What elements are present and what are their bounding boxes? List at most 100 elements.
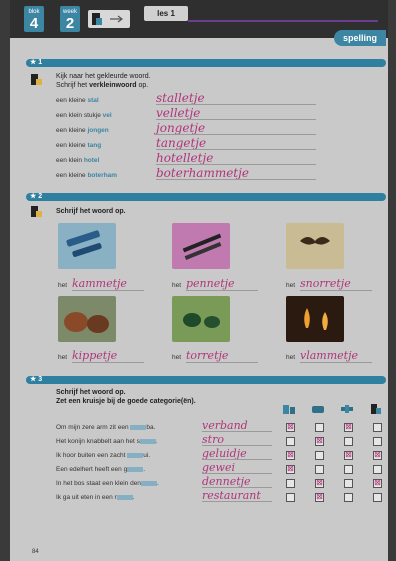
sentence-part: ba (146, 424, 154, 431)
category-checkbox[interactable]: ☒ (286, 465, 295, 474)
answer-line (186, 290, 258, 291)
sentence-end: . (143, 466, 146, 473)
category-checkbox[interactable] (373, 423, 382, 432)
section3-num-text: 3 (38, 376, 43, 383)
sentence-row: Om mijn zere arm zit een ba. verband (56, 419, 386, 433)
answer-line (202, 501, 272, 502)
row-prompt: een kleine tang (56, 142, 101, 149)
answer-text[interactable]: boterhammetje (156, 166, 249, 180)
section1-line1: Kijk naar het gekleurde woord. (56, 73, 151, 80)
answer-text[interactable]: kammetje (72, 277, 127, 290)
answer-line (72, 362, 144, 363)
answer-text[interactable]: tangetje (156, 136, 206, 150)
category-checkbox[interactable] (286, 493, 295, 502)
category-checkbox[interactable]: ☒ (344, 451, 353, 460)
sentence-part: Ik ga uit eten in een r (56, 494, 117, 501)
category-checkbox[interactable] (373, 465, 382, 474)
sentence-part: Het konijn knabbelt aan het s (56, 438, 140, 445)
category-checkbox[interactable]: ☒ (315, 493, 324, 502)
pen-image (172, 223, 230, 269)
category-icon-3 (341, 405, 353, 413)
category-checkbox[interactable] (315, 451, 324, 460)
sentence-part: Om mijn zere arm zit een (56, 424, 131, 431)
colored-word: tang (87, 142, 102, 149)
category-checkbox[interactable] (344, 437, 353, 446)
category-checkbox[interactable] (344, 465, 353, 474)
sentence-end: . (155, 438, 158, 445)
sentence-part: Een edelhert heeft een g (56, 466, 128, 473)
lesson-label: les 1 (144, 6, 188, 21)
sentence-end: . (132, 494, 135, 501)
answer-line (156, 104, 316, 105)
category-icon-4 (371, 404, 381, 414)
category-checkbox[interactable] (286, 437, 295, 446)
sentence-row: Ik hoor buiten een zacht ui. geluidje (56, 447, 386, 461)
answer-text[interactable]: stalletje (156, 91, 205, 105)
category-checkbox[interactable]: ☒ (286, 451, 295, 460)
write-icon (31, 74, 42, 85)
sentence-part: In het bos staat een klein den (56, 480, 141, 487)
sentence-text: Het konijn knabbelt aan het s. (56, 438, 158, 445)
comb-image (58, 223, 116, 269)
answer-text[interactable]: vlammetje (300, 349, 358, 362)
answer-text[interactable]: velletje (156, 106, 200, 120)
section2-bar (26, 193, 386, 201)
week-badge: week 2 (60, 6, 80, 32)
colored-word: jongen (87, 127, 109, 134)
category-checkbox[interactable] (286, 479, 295, 488)
section2-instruction: Schrijf het woord op. (56, 208, 126, 215)
answer-text[interactable]: kippetje (72, 349, 117, 362)
prompt-text: een kleine (56, 127, 88, 134)
sentence-end: . (148, 452, 151, 459)
category-checkbox[interactable]: ☒ (286, 423, 295, 432)
het-label: het (286, 282, 296, 289)
category-checkbox[interactable] (315, 423, 324, 432)
tab-spelling[interactable]: spelling (334, 30, 386, 46)
moustache-image (286, 223, 344, 269)
answer-text[interactable]: hotelletje (156, 151, 213, 165)
answer-text[interactable]: pennetje (186, 277, 235, 290)
section1-bar (26, 59, 386, 67)
sentence-text: In het bos staat een klein den. (56, 480, 159, 487)
category-checkbox[interactable]: ☒ (344, 423, 353, 432)
page-number: 84 (32, 549, 39, 555)
sentence-row: Ik ga uit eten in een r. restaurant (56, 489, 386, 503)
blok-number: 4 (29, 15, 39, 32)
chickens-image (58, 296, 116, 342)
section3-bar (26, 376, 386, 384)
het-label: het (172, 354, 182, 361)
answer-line (202, 459, 272, 460)
category-checkbox[interactable] (315, 465, 324, 474)
colored-word: boterham (87, 172, 118, 179)
prompt-text: een klein stukje (56, 112, 103, 119)
answer-line (202, 473, 272, 474)
category-checkbox[interactable] (373, 437, 382, 446)
verkleinwoord-row: een kleine tang tangetje (56, 136, 316, 151)
verkleinwoord-row: een klein hotel hotelletje (56, 151, 316, 166)
category-checkbox[interactable]: ☒ (373, 451, 382, 460)
answer-line (202, 431, 272, 432)
category-checkbox[interactable]: ☒ (315, 437, 324, 446)
section3-line2: Zet een kruisje bij de goede categorie(ë… (56, 398, 196, 405)
section3-number: ★ 3 (30, 376, 43, 383)
sentence-row: In het bos staat een klein den. dennetje (56, 475, 386, 489)
highlight-gap (116, 494, 133, 500)
sentence-end: . (153, 424, 156, 431)
category-checkbox[interactable]: ☒ (373, 479, 382, 488)
answer-text[interactable]: torretje (186, 349, 228, 362)
sentence-text: Ik ga uit eten in een r. (56, 494, 135, 501)
category-checkbox[interactable] (344, 479, 353, 488)
category-icon-2 (312, 406, 324, 413)
write-icon (31, 206, 42, 217)
category-checkbox[interactable] (344, 493, 353, 502)
answer-line (156, 119, 316, 120)
row-prompt: een kleine jongen (56, 127, 109, 134)
category-checkbox[interactable] (373, 493, 382, 502)
category-checkbox[interactable]: ☒ (315, 479, 324, 488)
section1-line2b: verkleinwoord (89, 82, 137, 89)
answer-line (156, 149, 316, 150)
sentence-text: Een edelhert heeft een g. (56, 466, 145, 473)
answer-text[interactable]: snorretje (300, 277, 351, 290)
highlight-gap (139, 438, 156, 444)
answer-text[interactable]: jongetje (156, 121, 205, 135)
